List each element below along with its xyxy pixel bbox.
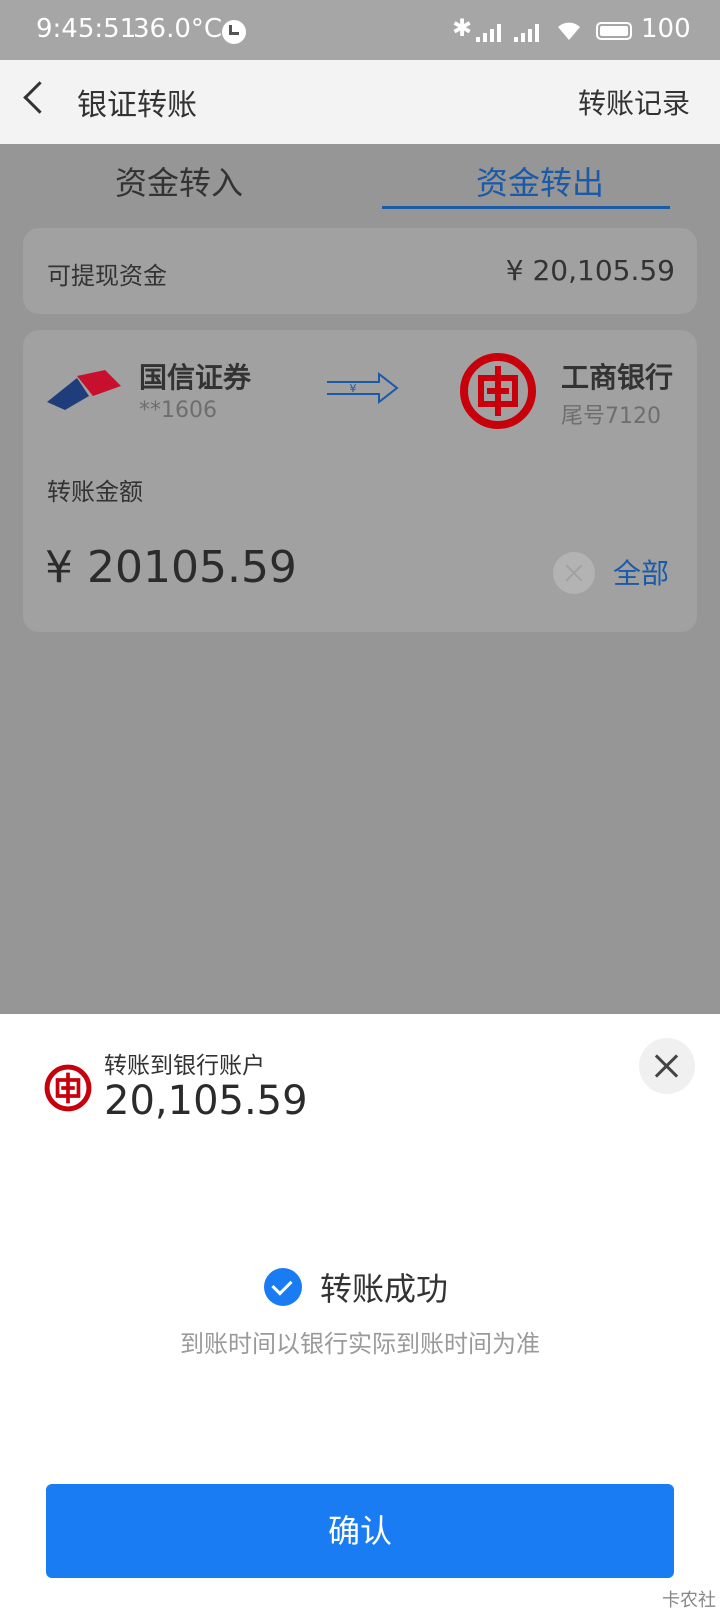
status-bar: 9:45:51 36.0°C ✱ 100 (0, 0, 720, 60)
amount-input[interactable]: ¥ 20105.59 (45, 542, 297, 593)
signal-icon (514, 24, 544, 42)
wifi-icon (558, 22, 580, 40)
all-amount-button[interactable]: 全部 (613, 552, 669, 592)
guosen-logo-icon (47, 370, 121, 410)
transfer-card: 国信证券 **1606 ¥ 工商银行 尾号7120 转账金额 ¥ 20105.5… (23, 330, 697, 632)
icbc-logo-icon (44, 1064, 92, 1112)
success-sheet: 转账到银行账户 20,105.59 转账成功 到账时间以银行实际到账时间为准 确… (0, 1014, 720, 1600)
source-account: **1606 (139, 398, 217, 423)
success-text: 转账成功 (320, 1270, 449, 1308)
svg-text:¥: ¥ (350, 382, 357, 395)
clear-amount-icon[interactable] (553, 552, 595, 594)
status-temperature: 36.0°C (133, 14, 223, 44)
destination-name: 工商银行 (560, 361, 673, 394)
watermark: 卡农社 (662, 1590, 716, 1611)
status-time: 9:45:51 (36, 14, 137, 44)
destination-tail: 尾号7120 (561, 404, 661, 429)
transfer-records-link[interactable]: 转账记录 (578, 82, 690, 122)
amount-label: 转账金额 (47, 478, 143, 506)
tab-transfer-out[interactable]: 资金转出 (476, 158, 604, 204)
withdrawable-label: 可提现资金 (47, 262, 167, 290)
back-icon[interactable] (23, 81, 56, 114)
sheet-label: 转账到银行账户 (104, 1053, 265, 1079)
app-header: 银证转账 转账记录 (0, 60, 720, 144)
signal-icon (476, 24, 506, 42)
battery-icon (596, 22, 632, 40)
withdrawable-card: 可提现资金 ¥ 20,105.59 (23, 228, 697, 314)
active-tab-indicator (382, 206, 670, 209)
close-icon[interactable] (639, 1038, 695, 1094)
transfer-arrow-icon: ¥ (327, 371, 399, 405)
source-name: 国信证券 (139, 361, 252, 394)
sheet-amount: 20,105.59 (104, 1078, 308, 1124)
bluetooth-icon: ✱ (452, 14, 473, 42)
page-title: 银证转账 (77, 88, 197, 123)
tab-transfer-in[interactable]: 资金转入 (115, 158, 243, 204)
success-check-icon (264, 1268, 302, 1306)
withdrawable-value: ¥ 20,105.59 (505, 254, 675, 287)
confirm-button[interactable]: 确认 (46, 1484, 674, 1578)
icbc-logo-icon (460, 353, 536, 429)
alarm-icon (222, 20, 246, 44)
page-content: 资金转入 资金转出 可提现资金 ¥ 20,105.59 国信证券 **1606 … (0, 144, 720, 1014)
battery-level: 100 (641, 14, 691, 44)
arrival-note: 到账时间以银行实际到账时间为准 (180, 1330, 540, 1358)
